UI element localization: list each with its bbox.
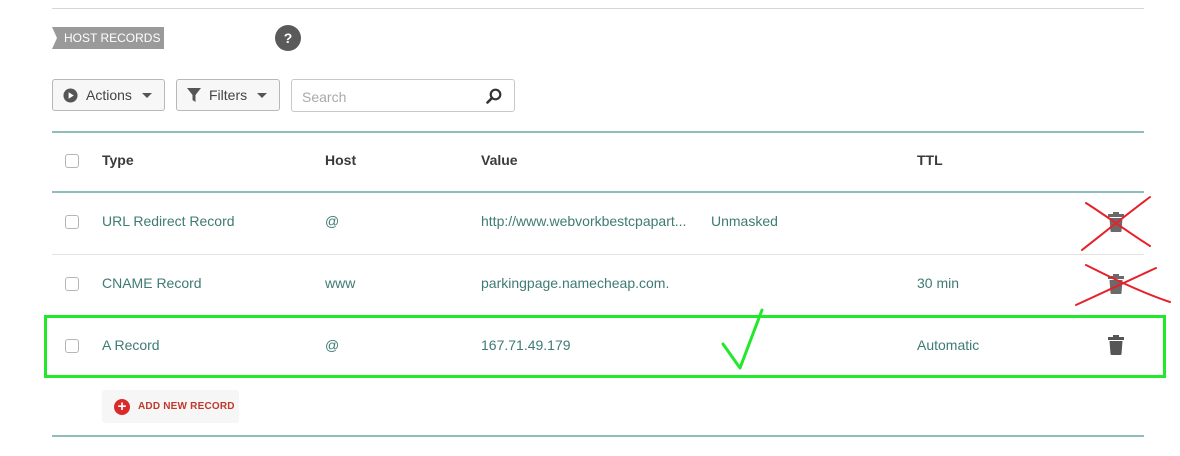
redirect-mode[interactable]: Unmasked [711, 213, 778, 229]
green-highlight-box [44, 315, 1166, 378]
filters-label: Filters [209, 87, 248, 103]
play-circle-icon [63, 87, 78, 103]
record-value[interactable]: http://www.webvorkbestcpapart... [481, 213, 686, 229]
search-box [291, 79, 515, 112]
actions-dropdown-button[interactable]: Actions [52, 79, 165, 111]
chevron-down-icon [141, 92, 152, 98]
header-bottom-border [52, 191, 1144, 193]
row-checkbox[interactable] [65, 339, 79, 353]
trash-icon[interactable] [1108, 335, 1124, 355]
top-divider [52, 8, 1144, 9]
trash-icon[interactable] [1108, 274, 1124, 294]
record-ttl[interactable]: Automatic [917, 337, 979, 353]
row-checkbox[interactable] [65, 215, 79, 229]
add-new-record-label: ADD NEW RECORD [138, 401, 235, 412]
record-type[interactable]: A Record [102, 337, 160, 353]
add-new-record-button[interactable]: + ADD NEW RECORD [102, 390, 239, 423]
record-host[interactable]: @ [325, 213, 339, 229]
record-value[interactable]: parkingpage.namecheap.com. [481, 275, 669, 291]
record-type[interactable]: URL Redirect Record [102, 213, 235, 229]
filters-dropdown-button[interactable]: Filters [176, 79, 280, 111]
column-header-type: Type [102, 152, 134, 168]
section-title-tag: HOST RECORDS [52, 27, 164, 49]
column-header-host: Host [325, 152, 357, 168]
select-all-checkbox[interactable] [65, 154, 79, 168]
record-ttl[interactable]: 30 min [917, 275, 959, 291]
actions-label: Actions [86, 87, 132, 103]
search-input[interactable] [300, 86, 484, 108]
help-icon[interactable]: ? [275, 25, 301, 51]
column-header-value: Value [481, 152, 518, 168]
row-checkbox[interactable] [65, 277, 79, 291]
record-value[interactable]: 167.71.49.179 [481, 337, 571, 353]
column-header-ttl: TTL [917, 152, 943, 168]
plus-circle-icon: + [114, 398, 130, 415]
search-icon[interactable] [486, 88, 502, 109]
record-type[interactable]: CNAME Record [102, 275, 202, 291]
record-host[interactable]: www [325, 275, 355, 291]
row-divider [52, 316, 1144, 317]
row-divider [52, 254, 1144, 255]
trash-icon[interactable] [1108, 212, 1124, 232]
chevron-down-icon [257, 92, 268, 98]
filter-funnel-icon [187, 87, 201, 103]
record-host[interactable]: @ [325, 337, 339, 353]
table-bottom-border [52, 435, 1144, 437]
green-check-mark [721, 308, 764, 370]
table-top-border [52, 131, 1144, 133]
